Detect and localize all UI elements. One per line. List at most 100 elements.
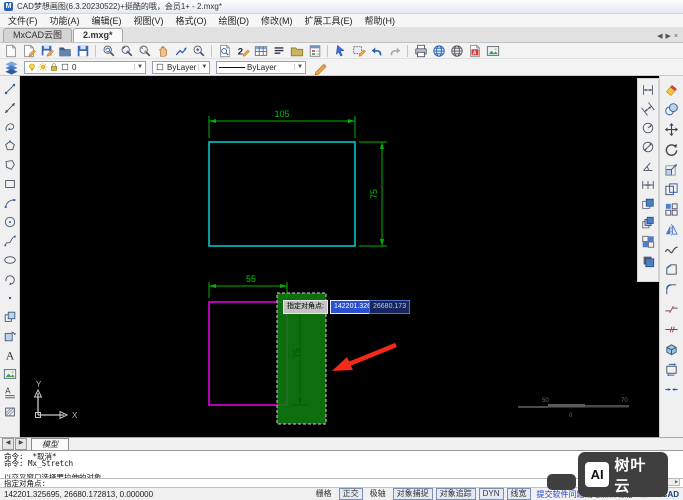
properties-icon[interactable] [306,43,323,58]
color-combo[interactable]: ByLayer ▼ [152,60,210,74]
copy-array-icon[interactable] [640,234,657,249]
spline-icon[interactable] [2,233,18,248]
menu-item[interactable]: 格式(O) [170,14,213,27]
region-icon[interactable] [663,362,680,377]
layer-manager-icon[interactable] [288,43,305,58]
tab-prev-icon[interactable]: ◀ [657,32,662,40]
status-toggle[interactable]: 对象追踪 [435,488,476,500]
layout-next-icon[interactable]: ▶ [15,438,27,450]
rotate-icon[interactable] [663,142,680,157]
menu-item[interactable]: 扩展工具(E) [299,14,359,27]
zoom-previous-icon[interactable] [100,43,117,58]
canvas-area[interactable]: 105 75 55 75 Y X 50 70 0 [20,76,659,437]
line-icon[interactable] [2,81,18,96]
magenta-rectangle[interactable] [208,301,288,406]
arc-icon[interactable] [2,195,18,210]
menu-item[interactable]: 编辑(E) [86,14,128,27]
dyn-y-input[interactable]: 26680.173 [369,300,411,314]
zoom-extents-icon[interactable] [136,43,153,58]
revcloud-icon[interactable] [2,271,18,286]
status-toggle[interactable]: 栅格 [312,488,336,500]
status-toggle[interactable]: 正交 [338,488,363,500]
new-file-icon[interactable] [2,43,19,58]
break-icon[interactable] [663,302,680,317]
web-browse-icon[interactable] [448,43,465,58]
status-toggle[interactable]: 对象捕捉 [392,488,433,500]
point-icon[interactable] [2,290,18,305]
pencil-icon[interactable] [312,60,329,75]
mirror-icon[interactable] [663,222,680,237]
model-tab[interactable]: 模型 [31,438,69,450]
pdf-export-icon[interactable]: A [466,43,483,58]
status-toggle[interactable]: 极轴 [366,488,390,500]
copy-multiple-icon[interactable] [640,215,657,230]
rectangle-icon[interactable] [2,176,18,191]
print-icon[interactable] [412,43,429,58]
open-folder-icon[interactable] [56,43,73,58]
chevron-down-icon[interactable]: ▼ [134,64,143,70]
offset-icon[interactable] [663,182,680,197]
menu-item[interactable]: 修改(M) [255,14,299,27]
erase-icon[interactable] [663,82,680,97]
hatch-icon[interactable] [2,404,18,419]
polyline-icon[interactable] [2,119,18,134]
dim-diameter-icon[interactable] [640,139,657,154]
zoom-dynamic-icon[interactable] [172,43,189,58]
layout-prev-icon[interactable]: ◀ [2,438,14,450]
cyan-rectangle[interactable] [208,141,356,247]
open-edit-icon[interactable] [20,43,37,58]
dim-radius-icon[interactable] [640,120,657,135]
box3d-icon[interactable] [663,342,680,357]
menu-item[interactable]: 视图(V) [128,14,170,27]
move-icon[interactable] [663,122,680,137]
window-edit-icon[interactable] [350,43,367,58]
join-icon[interactable] [663,382,680,397]
redo-icon[interactable] [386,43,403,58]
layer-combo[interactable]: 0 ▼ [24,60,146,74]
table-icon[interactable] [252,43,269,58]
select-edit-icon[interactable] [332,43,349,58]
mtext-icon[interactable] [270,43,287,58]
break-point-icon[interactable] [663,322,680,337]
web-publish-icon[interactable] [430,43,447,58]
status-toggle[interactable]: DYN [478,488,504,500]
array-icon[interactable] [663,202,680,217]
dim-continue-icon[interactable] [640,177,657,192]
tab-2mxg[interactable]: 2.mxg* [73,28,123,42]
menu-item[interactable]: 绘图(D) [213,14,256,27]
zoom-window-icon[interactable] [118,43,135,58]
dim-aligned-icon[interactable] [640,101,657,116]
attribute-icon[interactable]: A [2,385,18,400]
linetype-combo[interactable]: ByLayer ▼ [216,60,306,74]
chevron-down-icon[interactable]: ▼ [294,64,303,70]
dim-linear-icon[interactable] [640,82,657,97]
tab-next-icon[interactable]: ▶ [666,32,671,40]
fillet-icon[interactable] [663,282,680,297]
save-as-icon[interactable] [38,43,55,58]
copy-circle-icon[interactable] [663,102,680,117]
circle-icon[interactable] [2,214,18,229]
menu-item[interactable]: 文件(F) [2,14,44,27]
dim-angular-icon[interactable] [640,158,657,173]
copy-stack-icon[interactable] [640,253,657,268]
ellipse-icon[interactable] [2,252,18,267]
undo-icon[interactable] [368,43,385,58]
copy-icon[interactable] [640,196,657,211]
image-icon[interactable] [2,366,18,381]
menu-item[interactable]: 帮助(H) [359,14,402,27]
tab-close-icon[interactable]: × [674,33,678,40]
text-icon[interactable]: A [2,347,18,362]
layers-stack-icon[interactable] [3,60,20,75]
drawing-canvas-svg[interactable]: 105 75 55 75 Y X 50 70 0 [20,76,659,437]
xline-icon[interactable] [2,100,18,115]
insert-image-icon[interactable] [484,43,501,58]
scroll-right-icon[interactable]: ▶ [675,479,678,485]
status-toggle[interactable]: 线宽 [506,488,531,500]
quick-dim-icon[interactable]: 2 [234,43,251,58]
preview-icon[interactable] [216,43,233,58]
chevron-down-icon[interactable]: ▼ [198,64,207,70]
chamfer-icon[interactable] [663,262,680,277]
tab-mxcad-cloud[interactable]: MxCAD云图 [3,28,72,42]
zoom-realtime-icon[interactable] [190,43,207,58]
spline-edit-icon[interactable] [663,242,680,257]
